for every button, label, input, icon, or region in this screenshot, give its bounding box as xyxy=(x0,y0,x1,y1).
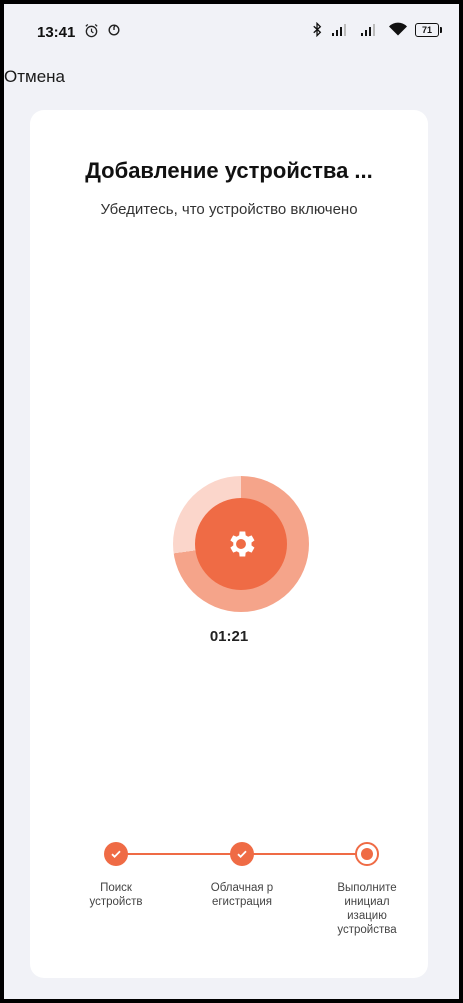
bluetooth-icon xyxy=(313,22,322,37)
active-dot xyxy=(361,848,373,860)
check-icon xyxy=(111,850,121,858)
progress-line xyxy=(116,853,242,855)
countdown-timer: 01:21 xyxy=(209,628,249,645)
check-icon xyxy=(237,850,247,858)
screen: 13:41 71 Отмена Добавление устройства ..… xyxy=(4,4,459,999)
wifi-icon xyxy=(389,22,407,36)
step-label-search: Поиск устройств xyxy=(89,882,143,908)
step-label-registration: Облачная р егистрация xyxy=(210,882,274,908)
battery-indicator: 71 xyxy=(415,22,442,37)
step-marker-registration xyxy=(230,842,254,866)
cancel-button[interactable]: Отмена xyxy=(4,67,65,87)
progress-spinner xyxy=(173,476,309,612)
signal-icon xyxy=(361,23,375,36)
status-bar: 13:41 71 xyxy=(4,4,459,54)
sync-icon xyxy=(108,24,120,36)
progress-line xyxy=(242,853,367,855)
alarm-icon xyxy=(85,23,98,38)
step-marker-search xyxy=(104,842,128,866)
status-time: 13:41 xyxy=(37,24,76,41)
progress-core xyxy=(195,498,287,590)
step-marker-initialization xyxy=(355,842,379,866)
step-label-initialization: Выполните инициал изацию устройства xyxy=(337,882,397,936)
gear-icon xyxy=(230,531,255,557)
setup-card: Добавление устройства ... Убедитесь, что… xyxy=(30,110,428,978)
signal-icon xyxy=(332,23,346,36)
page-title: Добавление устройства ... xyxy=(85,158,373,183)
page-subtitle: Убедитесь, что устройство включено xyxy=(100,201,358,218)
